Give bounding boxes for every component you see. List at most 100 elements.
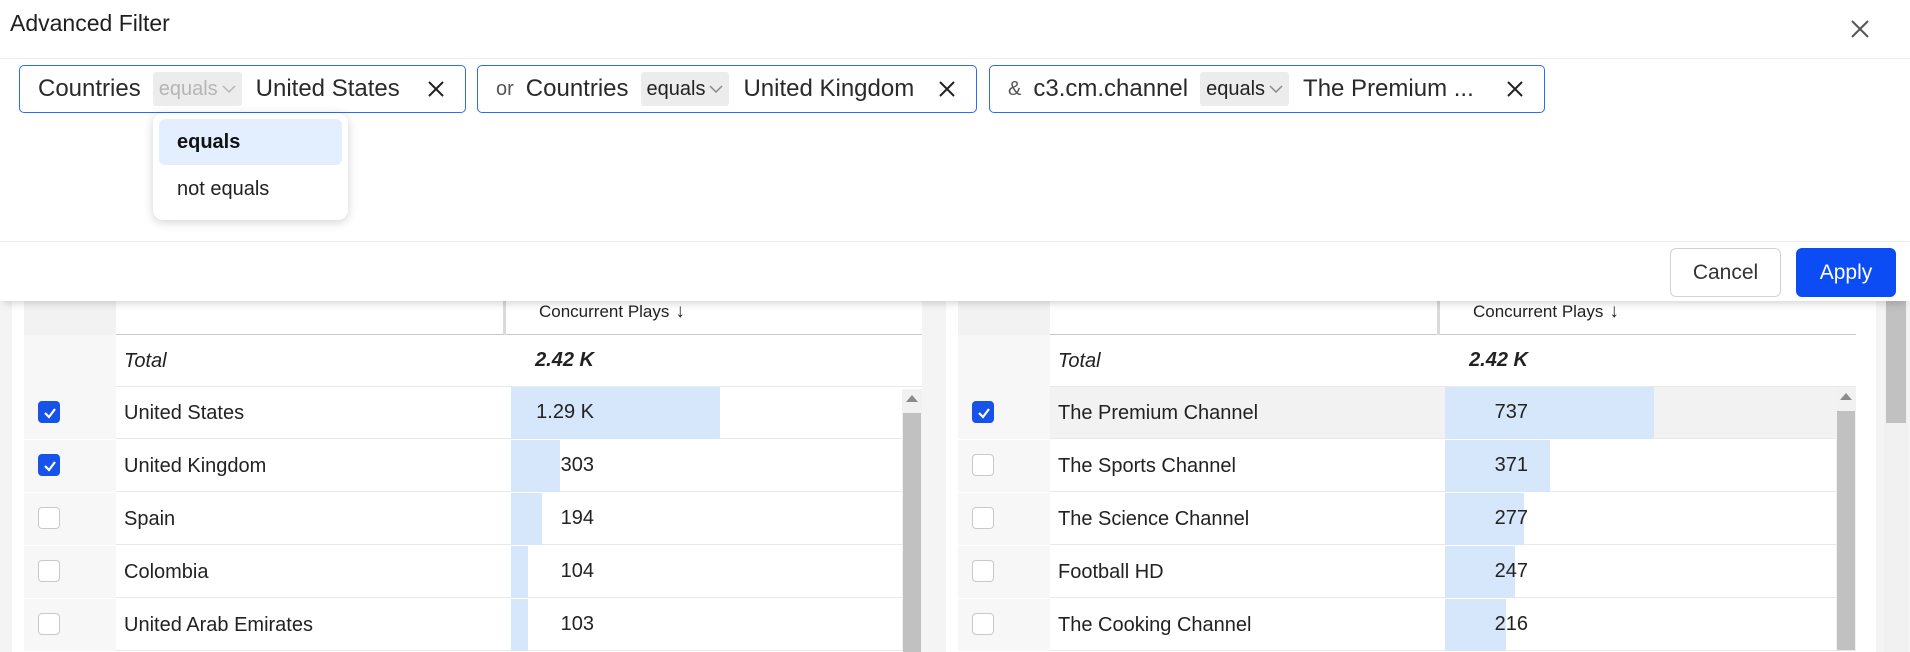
table-row[interactable]: The Premium Channel 737 [958,387,1856,439]
table-row[interactable]: United States 1.29 K [24,387,922,439]
filter-area: Countries equals United States or Countr… [0,59,1910,241]
row-name: United Kingdom [124,455,267,477]
filter-value[interactable]: United States [256,75,400,103]
table-row[interactable]: United Kingdom 303 [24,440,922,492]
checkbox-column [958,335,1050,387]
column-resize-handle[interactable] [1437,301,1440,335]
filter-chip-countries-uk[interactable]: or Countries equals United Kingdom [477,65,977,113]
checkbox-column [958,493,1050,545]
total-value: 2.42 K [1469,349,1528,371]
table-row[interactable]: United Arab Emirates 103 [24,599,922,651]
total-value: 2.42 K [535,349,594,371]
remove-filter-icon[interactable] [1506,80,1524,98]
filter-value[interactable]: The Premium ... [1303,75,1474,103]
filter-chip-channel[interactable]: & c3.cm.channel equals The Premium ... [989,65,1545,113]
row-name: United States [124,402,245,424]
filter-field: c3.cm.channel [1033,75,1189,102]
scroll-up-icon[interactable] [1840,393,1852,400]
row-name: The Cooking Channel [1058,614,1252,636]
table-row[interactable]: Football HD 247 [958,546,1856,598]
operator-label: equals [646,77,706,100]
row-name: Football HD [1058,561,1164,583]
checkbox-column [958,440,1050,492]
remove-filter-icon[interactable] [427,80,445,98]
checkbox-column [958,599,1050,651]
checkbox-column [24,335,116,387]
concurrent-plays-header[interactable]: Concurrent Plays ↓ [1473,301,1619,323]
total-label: Total [1058,350,1101,372]
modal-title: Advanced Filter [10,10,170,36]
row-checkbox[interactable] [38,507,60,529]
row-checkbox[interactable] [972,507,994,529]
page-scrollbar-thumb[interactable] [1886,301,1906,423]
checkbox-column [24,387,116,439]
checkmark-icon [978,408,990,419]
row-checkbox[interactable] [972,401,994,423]
row-checkbox[interactable] [38,613,60,635]
total-row: Total 2.42 K [958,335,1856,387]
table-header: Concurrent Plays ↓ [24,301,922,335]
filter-field: Countries [525,75,629,102]
apply-button[interactable]: Apply [1796,248,1896,297]
table-scrollbar[interactable] [902,389,922,652]
column-resize-handle[interactable] [503,301,506,335]
filter-chip-countries-us[interactable]: Countries equals United States [19,65,466,113]
operator-select[interactable]: equals [152,72,242,106]
row-value: 303 [560,454,594,476]
chevron-down-icon [709,85,723,94]
row-checkbox[interactable] [38,454,60,476]
row-checkbox[interactable] [972,560,994,582]
checkmark-icon [44,461,56,472]
table-scrollbar[interactable] [1836,387,1856,650]
checkbox-column [958,387,1050,439]
header-checkbox-column [958,301,1050,335]
operator-label: equals [1206,77,1266,100]
row-value: 216 [1494,613,1528,635]
option-equals[interactable]: equals [159,119,342,165]
close-icon[interactable] [1848,17,1872,41]
row-name: The Premium Channel [1058,402,1259,424]
chevron-down-icon [222,85,236,94]
option-not-equals[interactable]: not equals [159,166,342,212]
row-checkbox[interactable] [972,613,994,635]
filter-value[interactable]: United Kingdom [743,75,914,103]
scrollbar-thumb[interactable] [1837,411,1855,650]
table-row[interactable]: Colombia 104 [24,546,922,598]
remove-filter-icon[interactable] [938,80,956,98]
total-label: Total [124,350,167,372]
row-checkbox[interactable] [38,401,60,423]
modal-footer: Cancel Apply [0,241,1910,301]
column-header-label: Concurrent Plays [1473,302,1604,321]
table-row[interactable]: Spain 194 [24,493,922,545]
row-name: United Arab Emirates [124,614,313,636]
chevron-down-icon [1269,85,1283,94]
checkbox-column [24,493,116,545]
operator-select[interactable]: equals [1200,72,1290,106]
table-row[interactable]: The Sports Channel 371 [958,440,1856,492]
operator-label: equals [158,77,218,100]
row-value: 103 [560,613,594,635]
table-row[interactable]: The Cooking Channel 216 [958,599,1856,651]
operator-select[interactable]: equals [640,72,730,106]
checkbox-column [24,440,116,492]
row-name: Spain [124,508,176,530]
page-scrollbar[interactable] [1884,301,1908,652]
row-checkbox[interactable] [972,454,994,476]
table-header: Concurrent Plays ↓ [958,301,1856,335]
row-checkbox[interactable] [38,560,60,582]
filter-conjunction[interactable]: & [1008,78,1021,101]
header-checkbox-column [24,301,116,335]
channels-table: Concurrent Plays ↓ Total 2.42 K The Premi… [946,301,1876,652]
scroll-up-icon[interactable] [906,395,918,402]
table-row[interactable]: The Science Channel 277 [958,493,1856,545]
filter-conjunction[interactable]: or [496,78,514,101]
total-row: Total 2.42 K [24,335,922,387]
row-value: 194 [560,507,594,529]
row-value: 737 [1494,401,1528,423]
modal-header: Advanced Filter [0,0,1910,59]
cancel-button[interactable]: Cancel [1670,248,1781,297]
scrollbar-thumb[interactable] [903,413,921,652]
filter-field: Countries [38,75,141,102]
concurrent-plays-header[interactable]: Concurrent Plays ↓ [539,301,685,323]
checkmark-icon [44,408,56,419]
